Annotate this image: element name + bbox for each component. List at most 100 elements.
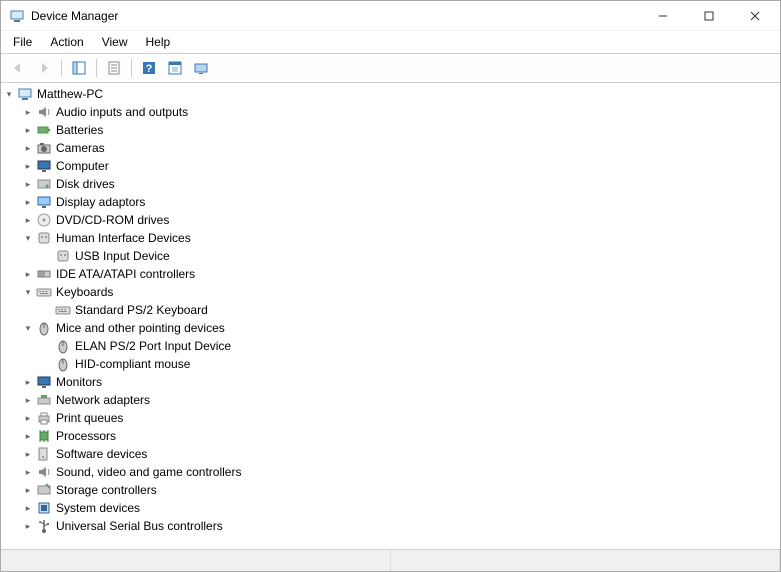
device-tree: ▾Matthew-PC▸Audio inputs and outputs▸Bat… — [1, 85, 780, 535]
device-tree-container[interactable]: ▾Matthew-PC▸Audio inputs and outputs▸Bat… — [1, 83, 780, 549]
printer-icon — [36, 410, 52, 426]
tree-item-label: IDE ATA/ATAPI controllers — [56, 267, 195, 281]
tree-item[interactable]: ▾Mice and other pointing devices — [1, 319, 780, 337]
collapse-icon[interactable]: ▾ — [20, 284, 36, 300]
storage-icon — [36, 482, 52, 498]
minimize-button[interactable] — [640, 1, 686, 31]
usb-icon — [36, 518, 52, 534]
status-cell — [1, 550, 391, 571]
tree-item[interactable]: ▸Computer — [1, 157, 780, 175]
expand-icon[interactable]: ▸ — [20, 212, 36, 228]
tree-item-label: System devices — [56, 501, 140, 515]
expand-icon[interactable]: ▸ — [20, 176, 36, 192]
tree-item[interactable]: ▾ Human Interface Devices — [1, 229, 780, 247]
display-icon — [36, 194, 52, 210]
tree-item[interactable]: ▸ Audio inputs and outputs — [1, 103, 780, 121]
tree-item-label: ELAN PS/2 Port Input Device — [75, 339, 231, 353]
statusbar — [1, 549, 780, 571]
tree-item[interactable]: ▸ Disk drives — [1, 175, 780, 193]
properties-button[interactable] — [103, 57, 125, 79]
hid-icon — [55, 248, 71, 264]
menu-file[interactable]: File — [5, 33, 40, 51]
expand-icon[interactable]: ▸ — [20, 104, 36, 120]
expand-icon[interactable]: ▸ — [20, 122, 36, 138]
expand-icon[interactable]: ▸ — [20, 428, 36, 444]
keyboard-icon — [55, 302, 71, 318]
menu-action[interactable]: Action — [42, 33, 91, 51]
help-button[interactable]: ? — [138, 57, 160, 79]
tree-item-label: Audio inputs and outputs — [56, 105, 188, 119]
expand-icon[interactable]: ▸ — [20, 374, 36, 390]
expand-icon[interactable]: ▸ — [20, 482, 36, 498]
tree-item[interactable]: ▸ DVD/CD-ROM drives — [1, 211, 780, 229]
tree-item-label: Display adaptors — [56, 195, 145, 209]
tree-item-label: Keyboards — [56, 285, 113, 299]
tree-item-label: Storage controllers — [56, 483, 157, 497]
tree-item[interactable]: ▸ Cameras — [1, 139, 780, 157]
tree-item[interactable]: ▸Sound, video and game controllers — [1, 463, 780, 481]
expand-icon[interactable]: ▸ — [20, 392, 36, 408]
tree-item-label: Cameras — [56, 141, 105, 155]
expander-none — [39, 338, 55, 354]
show-hide-console-tree-button[interactable] — [68, 57, 90, 79]
audio-icon — [36, 464, 52, 480]
expander-none — [39, 356, 55, 372]
titlebar: Device Manager — [1, 1, 780, 31]
tree-root-item[interactable]: ▾ Matthew-PC — [1, 85, 780, 103]
toolbar-separator — [131, 59, 132, 77]
collapse-icon[interactable]: ▾ — [20, 230, 36, 246]
collapse-icon[interactable]: ▾ — [20, 320, 36, 336]
tree-item-label: Matthew-PC — [37, 87, 103, 101]
tree-item[interactable]: ▸ Print queues — [1, 409, 780, 427]
svg-text:?: ? — [146, 63, 153, 75]
expand-icon[interactable]: ▸ — [20, 194, 36, 210]
toolbar: ? — [1, 54, 780, 83]
tree-item-label: Software devices — [56, 447, 147, 461]
expand-icon[interactable]: ▸ — [20, 266, 36, 282]
expand-icon[interactable]: ▸ — [20, 410, 36, 426]
tree-item-label: Universal Serial Bus controllers — [56, 519, 223, 533]
tree-item[interactable]: ▸Monitors — [1, 373, 780, 391]
tree-item-label: Disk drives — [56, 177, 115, 191]
tree-item[interactable]: ▸ Universal Serial Bus controllers — [1, 517, 780, 535]
tree-item[interactable]: HID-compliant mouse — [1, 355, 780, 373]
tree-item[interactable]: ▸ IDE ATA/ATAPI controllers — [1, 265, 780, 283]
scan-hardware-button[interactable] — [164, 57, 186, 79]
tree-item[interactable]: Standard PS/2 Keyboard — [1, 301, 780, 319]
tree-item-label: DVD/CD-ROM drives — [56, 213, 169, 227]
collapse-icon[interactable]: ▾ — [1, 86, 17, 102]
tree-item[interactable]: ▸Batteries — [1, 121, 780, 139]
menu-help[interactable]: Help — [138, 33, 179, 51]
tree-item-label: Print queues — [56, 411, 123, 425]
expand-icon[interactable]: ▸ — [20, 158, 36, 174]
expand-icon[interactable]: ▸ — [20, 500, 36, 516]
expand-icon[interactable]: ▸ — [20, 464, 36, 480]
software-icon — [36, 446, 52, 462]
tree-item[interactable]: USB Input Device — [1, 247, 780, 265]
forward-button — [33, 57, 55, 79]
tree-item[interactable]: ▸ Software devices — [1, 445, 780, 463]
tree-item-label: HID-compliant mouse — [75, 357, 190, 371]
ide-icon — [36, 266, 52, 282]
tree-item[interactable]: ▸ Display adaptors — [1, 193, 780, 211]
tree-item-label: Human Interface Devices — [56, 231, 191, 245]
expand-icon[interactable]: ▸ — [20, 518, 36, 534]
tree-item[interactable]: ▾ Keyboards — [1, 283, 780, 301]
monitor-icon — [36, 374, 52, 390]
tree-item[interactable]: ELAN PS/2 Port Input Device — [1, 337, 780, 355]
cpu-icon — [36, 428, 52, 444]
menu-view[interactable]: View — [94, 33, 136, 51]
mouse-icon — [55, 356, 71, 372]
tree-item[interactable]: ▸ System devices — [1, 499, 780, 517]
system-icon — [36, 500, 52, 516]
tree-item[interactable]: ▸ Network adapters — [1, 391, 780, 409]
tree-item[interactable]: ▸ Storage controllers — [1, 481, 780, 499]
tree-item[interactable]: ▸Processors — [1, 427, 780, 445]
maximize-button[interactable] — [686, 1, 732, 31]
expand-icon[interactable]: ▸ — [20, 140, 36, 156]
expand-icon[interactable]: ▸ — [20, 446, 36, 462]
close-button[interactable] — [732, 1, 778, 31]
tree-item-label: Network adapters — [56, 393, 150, 407]
mouse-icon — [36, 320, 52, 336]
show-hidden-devices-button[interactable] — [190, 57, 212, 79]
